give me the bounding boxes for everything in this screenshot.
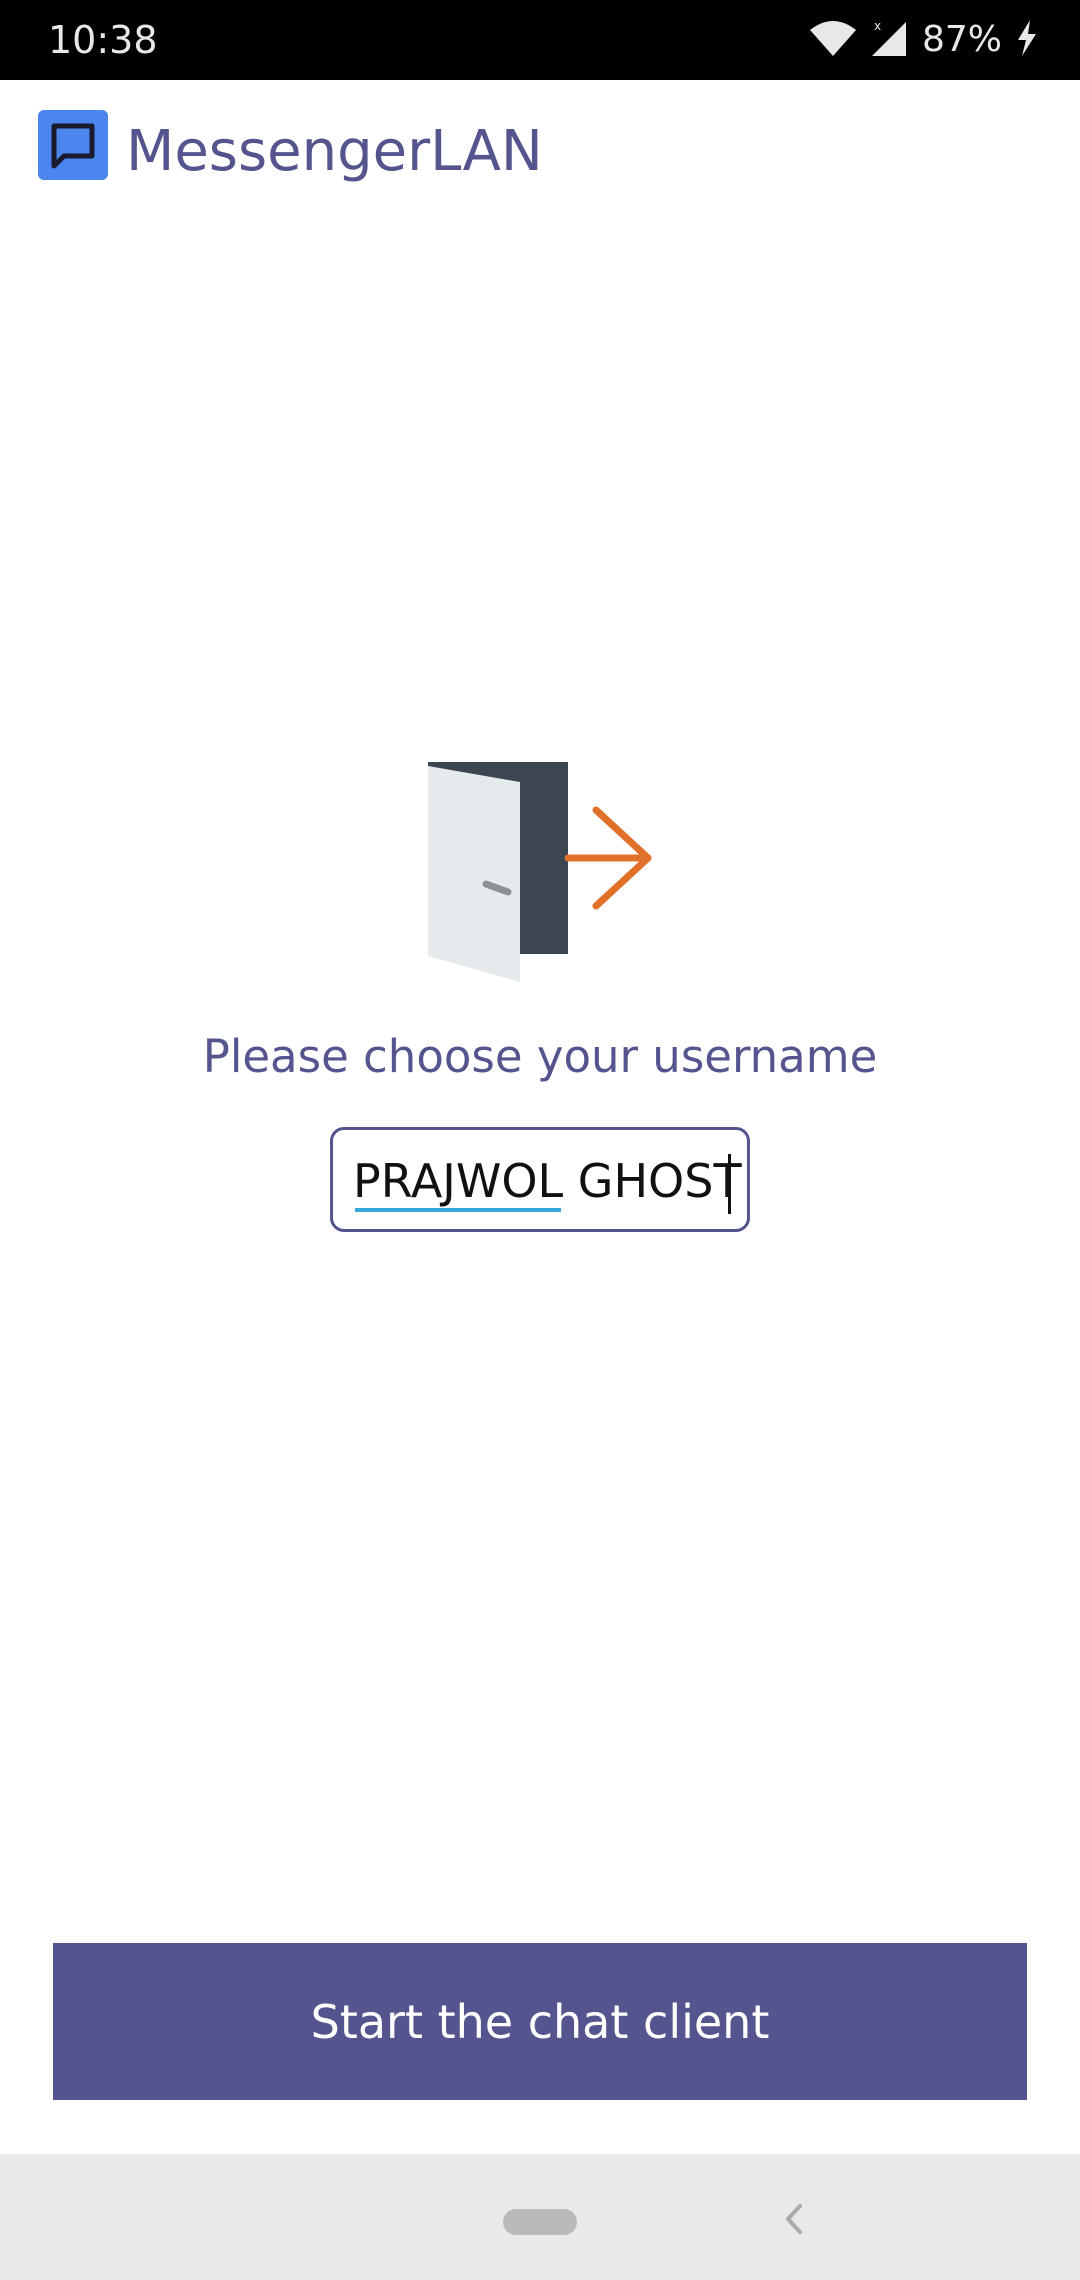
signal-icon: x (870, 18, 910, 62)
battery-percentage: 87% (921, 19, 1002, 60)
spellcheck-underline (355, 1208, 561, 1212)
username-value: PRAJWOL GHOST (353, 1154, 742, 1208)
text-caret (728, 1154, 731, 1214)
app-logo (38, 110, 108, 180)
status-time: 10:38 (48, 18, 158, 62)
back-chevron-icon[interactable] (778, 2194, 808, 2244)
username-prompt: Please choose your username (202, 1030, 878, 1083)
app-bar: MessengerLAN (0, 80, 1080, 210)
navigation-bar (0, 2154, 1080, 2280)
chat-bubble-icon (51, 123, 95, 169)
start-chat-button[interactable]: Start the chat client (53, 1943, 1027, 2100)
svg-text:x: x (874, 19, 881, 33)
wifi-icon (808, 18, 858, 62)
status-bar: 10:38 x 87% (0, 0, 1080, 80)
battery-charging-icon (1014, 18, 1040, 62)
home-pill-icon[interactable] (503, 2209, 577, 2235)
app-title: MessengerLAN (126, 119, 543, 184)
door-exit-icon (424, 760, 664, 985)
status-icons: x 87% (808, 16, 1040, 64)
username-input[interactable]: PRAJWOL GHOST (330, 1127, 750, 1232)
